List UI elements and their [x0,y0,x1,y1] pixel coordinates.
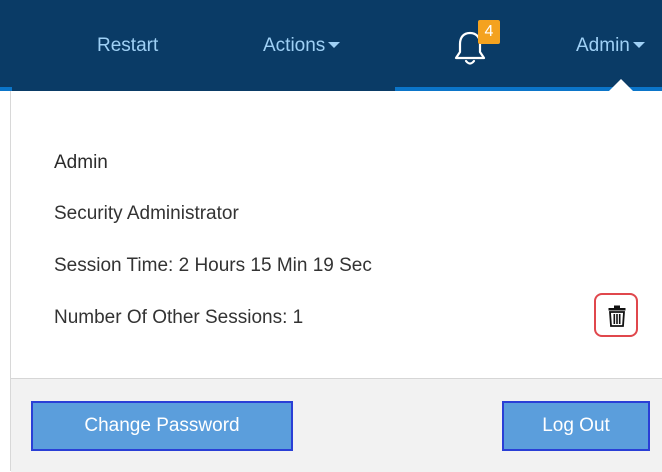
delete-other-sessions-button[interactable] [594,293,638,337]
user-name: Admin [54,152,108,173]
caret-down-icon [328,41,341,48]
trash-icon [608,305,626,327]
user-role: Security Administrator [54,203,239,224]
nav-admin-menu[interactable]: Admin [576,33,645,59]
top-navbar: Restart Actions 4 Admin [0,0,662,92]
nav-actions-label: Actions [263,35,326,56]
nav-restart[interactable]: Restart [97,33,158,59]
admin-dropdown-panel: Admin Security Administrator Session Tim… [10,91,662,472]
notifications-button[interactable]: 4 [444,20,506,76]
nav-admin-label: Admin [576,35,630,56]
session-time: Session Time: 2 Hours 15 Min 19 Sec [54,255,372,276]
change-password-button[interactable]: Change Password [31,401,293,451]
other-sessions-count: Number Of Other Sessions: 1 [54,307,304,328]
nav-actions-menu[interactable]: Actions [263,33,341,59]
log-out-button[interactable]: Log Out [502,401,650,451]
caret-down-icon [632,41,645,48]
nav-restart-label: Restart [97,35,159,56]
notification-count-badge: 4 [478,20,500,44]
dropdown-footer: Change Password Log Out [11,378,662,472]
